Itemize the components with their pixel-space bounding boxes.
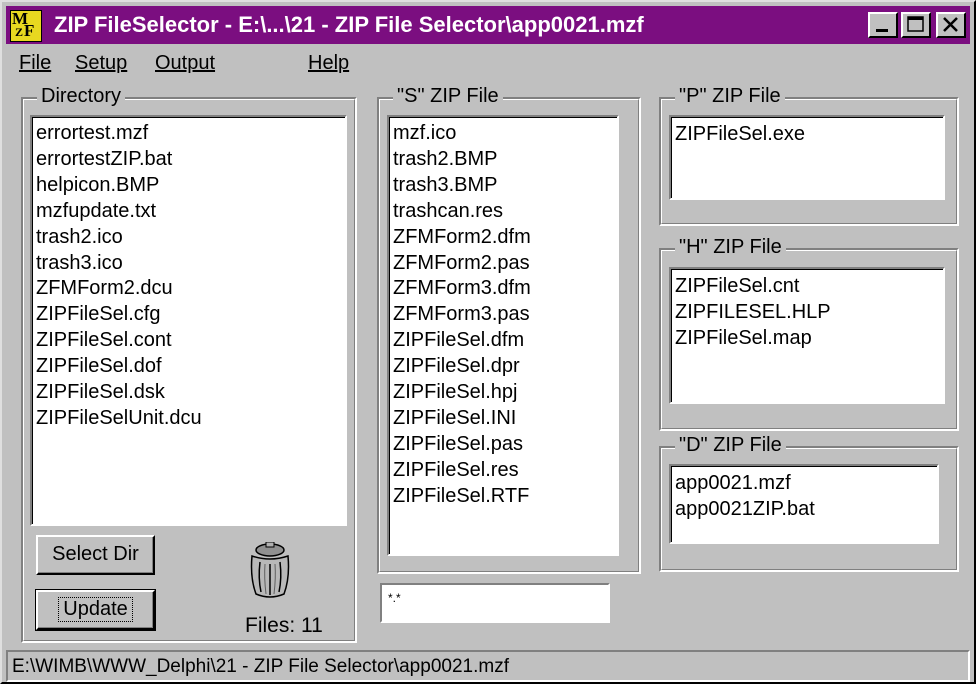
d-zip-label: "D" ZIP File bbox=[675, 434, 786, 457]
p-zip-file-item[interactable]: ZIPFileSel.exe bbox=[671, 121, 943, 147]
file-mask-input[interactable]: *.* bbox=[380, 583, 610, 623]
menu-output[interactable]: Output bbox=[155, 52, 215, 75]
directory-file-item[interactable]: trash3.ico bbox=[32, 251, 345, 277]
p-zip-label: "P" ZIP File bbox=[675, 85, 785, 108]
directory-list[interactable]: errortest.mzf errortestZIP.bat helpicon.… bbox=[30, 115, 347, 526]
directory-file-item[interactable]: ZIPFileSel.dsk bbox=[32, 380, 345, 406]
s-zip-list[interactable]: mzf.ico trash2.BMP trash3.BMP trashcan.r… bbox=[387, 115, 619, 556]
directory-file-item[interactable]: ZFMForm2.dcu bbox=[32, 276, 345, 302]
window-title: ZIP FileSelector - E:\...\21 - ZIP File … bbox=[54, 12, 644, 37]
directory-file-item[interactable]: ZIPFileSel.dof bbox=[32, 354, 345, 380]
s-zip-file-item[interactable]: trash2.BMP bbox=[389, 147, 617, 173]
h-zip-label: "H" ZIP File bbox=[675, 236, 786, 259]
app-logo-letter-f: F bbox=[24, 21, 35, 40]
maximize-icon bbox=[907, 16, 924, 32]
s-zip-file-item[interactable]: ZIPFileSel.res bbox=[389, 458, 617, 484]
menu-setup[interactable]: Setup bbox=[75, 52, 127, 75]
trash-can-icon[interactable] bbox=[246, 542, 294, 600]
s-zip-file-item[interactable]: ZIPFileSel.RTF bbox=[389, 484, 617, 510]
close-button[interactable] bbox=[936, 12, 966, 38]
directory-file-item[interactable]: ZIPFileSelUnit.dcu bbox=[32, 406, 345, 432]
select-dir-button[interactable]: Select Dir bbox=[36, 535, 155, 575]
directory-label: Directory bbox=[37, 85, 126, 108]
app-logo-icon[interactable]: M F Z bbox=[10, 10, 42, 42]
d-zip-list[interactable]: app0021.mzf app0021ZIP.bat bbox=[669, 464, 939, 544]
s-zip-file-item[interactable]: ZIPFileSel.dpr bbox=[389, 354, 617, 380]
directory-file-item[interactable]: ZIPFileSel.cfg bbox=[32, 302, 345, 328]
s-zip-file-item[interactable]: ZIPFileSel.pas bbox=[389, 432, 617, 458]
s-zip-file-item[interactable]: ZIPFileSel.hpj bbox=[389, 380, 617, 406]
app-window: M F Z ZIP FileSelector - E:\...\21 - ZIP… bbox=[0, 0, 976, 684]
menu-file[interactable]: File bbox=[19, 52, 51, 75]
s-zip-file-item[interactable]: ZFMForm3.dfm bbox=[389, 276, 617, 302]
menu-bar: File Setup Output Help bbox=[6, 48, 966, 78]
minimize-icon bbox=[876, 29, 888, 32]
directory-file-item[interactable]: trash2.ico bbox=[32, 225, 345, 251]
p-zip-list[interactable]: ZIPFileSel.exe bbox=[669, 115, 945, 200]
s-zip-file-item[interactable]: mzf.ico bbox=[389, 121, 617, 147]
s-zip-label: "S" ZIP File bbox=[393, 85, 503, 108]
close-icon bbox=[943, 17, 958, 32]
d-zip-file-item[interactable]: app0021ZIP.bat bbox=[671, 496, 937, 522]
s-zip-file-item[interactable]: trash3.BMP bbox=[389, 173, 617, 199]
files-count: Files: 11 bbox=[245, 614, 323, 637]
app-logo-letter-z: Z bbox=[15, 25, 24, 39]
directory-file-item[interactable]: mzfupdate.txt bbox=[32, 199, 345, 225]
h-zip-file-item[interactable]: ZIPFileSel.map bbox=[671, 325, 943, 351]
directory-file-item[interactable]: errortestZIP.bat bbox=[32, 147, 345, 173]
minimize-button[interactable] bbox=[868, 12, 898, 38]
title-bar[interactable]: M F Z ZIP FileSelector - E:\...\21 - ZIP… bbox=[6, 6, 970, 44]
s-zip-file-item[interactable]: ZFMForm2.dfm bbox=[389, 225, 617, 251]
select-dir-label: Select Dir bbox=[52, 543, 139, 565]
h-zip-file-item[interactable]: ZIPFILESEL.HLP bbox=[671, 299, 943, 325]
menu-help[interactable]: Help bbox=[308, 52, 349, 75]
maximize-button[interactable] bbox=[901, 12, 931, 38]
update-button[interactable]: Update bbox=[35, 589, 156, 631]
h-zip-file-item[interactable]: ZIPFileSel.cnt bbox=[671, 273, 943, 299]
s-zip-file-item[interactable]: ZFMForm2.pas bbox=[389, 251, 617, 277]
s-zip-file-item[interactable]: ZIPFileSel.INI bbox=[389, 406, 617, 432]
status-bar: E:\WIMB\WWW_Delphi\21 - ZIP File Selecto… bbox=[6, 650, 970, 682]
directory-file-item[interactable]: errortest.mzf bbox=[32, 121, 345, 147]
s-zip-file-item[interactable]: ZIPFileSel.dfm bbox=[389, 328, 617, 354]
update-label: Update bbox=[58, 597, 133, 622]
s-zip-file-item[interactable]: trashcan.res bbox=[389, 199, 617, 225]
directory-file-item[interactable]: helpicon.BMP bbox=[32, 173, 345, 199]
s-zip-file-item[interactable]: ZFMForm3.pas bbox=[389, 302, 617, 328]
d-zip-file-item[interactable]: app0021.mzf bbox=[671, 470, 937, 496]
h-zip-list[interactable]: ZIPFileSel.cnt ZIPFILESEL.HLP ZIPFileSel… bbox=[669, 267, 945, 404]
directory-file-item[interactable]: ZIPFileSel.cont bbox=[32, 328, 345, 354]
